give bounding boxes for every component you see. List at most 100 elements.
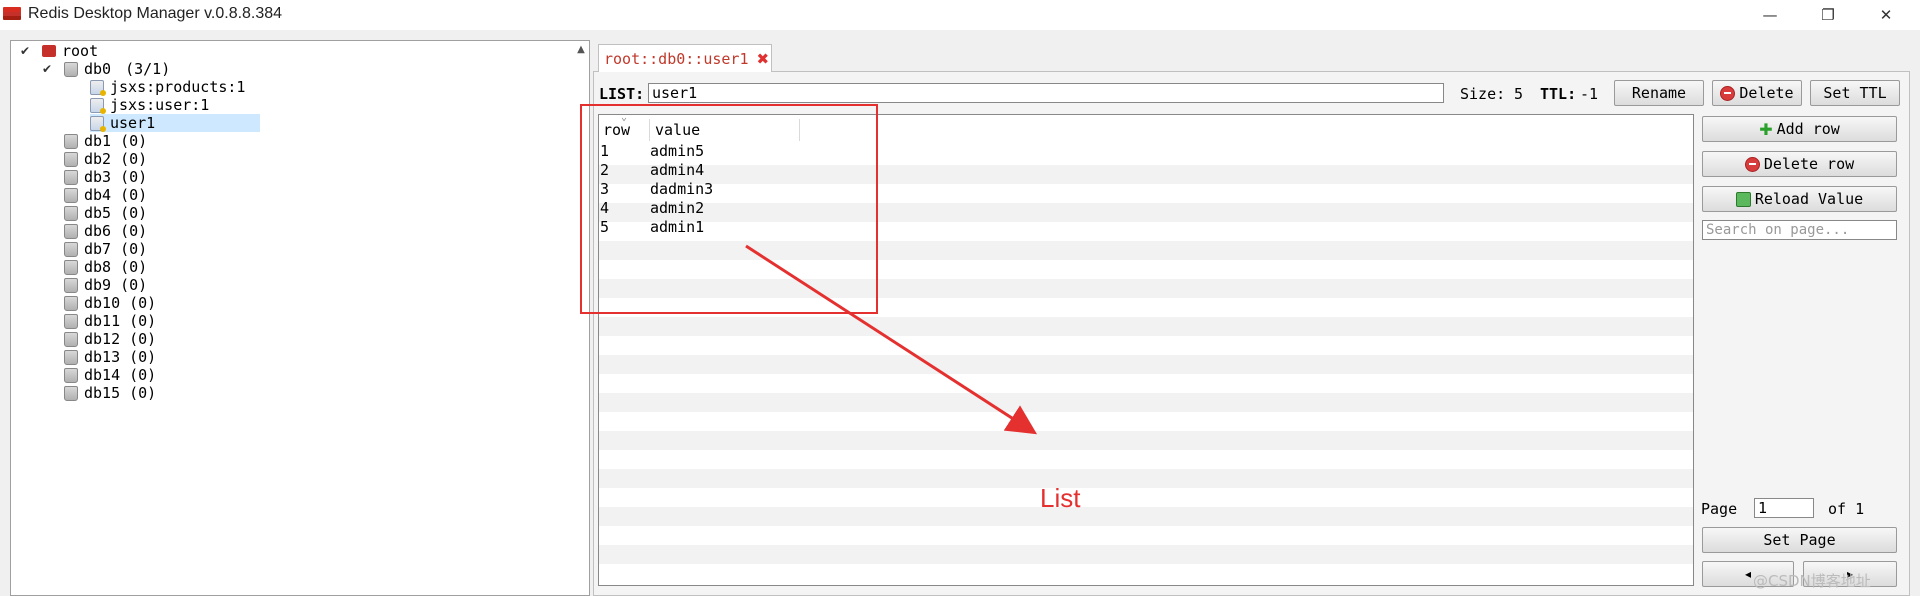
list-key-icon [90, 79, 106, 96]
tree-item-label: db3 [84, 168, 112, 186]
tab-close-icon[interactable]: ✖ [757, 50, 770, 68]
tree-item-label: db13 [84, 348, 121, 366]
tree-item-key[interactable]: jsxs:user:1 [90, 96, 209, 114]
database-icon [64, 331, 78, 347]
set-ttl-button[interactable]: Set TTL [1810, 80, 1900, 106]
restore-icon[interactable]: ❐ [1800, 0, 1856, 30]
tree-item-root[interactable]: ✔ root [20, 42, 98, 60]
size-label: Size: [1460, 85, 1506, 103]
tree-item-db[interactable]: db14 (0) [64, 366, 156, 384]
tree-item-count: (0) [120, 276, 148, 294]
tree-item-db[interactable]: db9 (0) [64, 276, 147, 294]
rename-button-label: Rename [1631, 84, 1687, 102]
plus-icon: ✚ [1759, 119, 1773, 139]
tree-item-count: (0) [129, 366, 157, 384]
search-input[interactable]: Search on page... [1702, 220, 1897, 240]
tree-item-db[interactable]: db8 (0) [64, 258, 147, 276]
reload-icon [1735, 191, 1751, 207]
database-icon [64, 151, 78, 167]
tree-item-count: (0) [120, 240, 148, 258]
delete-row-button[interactable]: Delete row [1702, 151, 1897, 177]
tree-item-label: db6 [84, 222, 112, 240]
annotation-arrow-icon [745, 244, 1038, 435]
title-bar [0, 0, 1920, 30]
tree-item-count: (0) [129, 348, 157, 366]
tree-item-count: (0) [120, 150, 148, 168]
add-row-button-label: Add row [1776, 120, 1840, 138]
delete-icon [1744, 156, 1760, 172]
ttl-value: -1 [1580, 85, 1599, 103]
tree-item-count: (0) [120, 186, 148, 204]
database-icon [64, 349, 78, 365]
annotation-label: List [1040, 483, 1081, 513]
tree-item-key-selected[interactable]: user1 [90, 114, 260, 132]
window-title: Redis Desktop Manager v.0.8.8.384 [28, 5, 283, 22]
page-label: Page [1701, 500, 1738, 518]
tree-item-count: (0) [129, 294, 157, 312]
redis-server-icon [42, 45, 56, 57]
tree-item-db[interactable]: db10 (0) [64, 294, 156, 312]
delete-icon [1720, 85, 1736, 101]
tree-item-label: db1 [84, 132, 112, 150]
database-icon [64, 187, 78, 203]
rename-button[interactable]: Rename [1614, 80, 1704, 106]
tree-item-count: (0) [120, 258, 148, 276]
tree-item-db[interactable]: db1 (0) [64, 132, 147, 150]
tree-item-label: db5 [84, 204, 112, 222]
tree-item-db[interactable]: db6 (0) [64, 222, 147, 240]
tree-item-db[interactable]: db4 (0) [64, 186, 147, 204]
tree-item-db[interactable]: db11 (0) [64, 312, 156, 330]
delete-button[interactable]: Delete [1712, 80, 1802, 106]
list-key-icon [90, 97, 106, 114]
close-icon[interactable]: ✕ [1858, 0, 1914, 30]
delete-button-label: Delete [1739, 84, 1794, 102]
reload-value-button[interactable]: Reload Value [1702, 186, 1897, 212]
database-icon [64, 205, 78, 221]
database-icon [64, 277, 78, 293]
database-icon [64, 241, 78, 257]
database-icon [64, 367, 78, 383]
tree-item-label: root [62, 42, 99, 60]
database-icon [64, 133, 78, 149]
tree-item-label: db7 [84, 240, 112, 258]
tree-item-label: db11 [84, 312, 121, 330]
tree-item-count: (0) [129, 312, 157, 330]
tree-item-db[interactable]: db13 (0) [64, 348, 156, 366]
tree-item-db0[interactable]: ✔ db0 (3/1) [42, 60, 170, 78]
tree-item-db[interactable]: db7 (0) [64, 240, 147, 258]
arrow-left-icon: ◂ [1744, 567, 1752, 581]
tree-item-label: db15 [84, 384, 121, 402]
add-row-button[interactable]: ✚ Add row [1702, 116, 1897, 142]
tree-item-label: db8 [84, 258, 112, 276]
key-type-label: LIST: [599, 85, 645, 103]
tree-item-label: db14 [84, 366, 121, 384]
set-ttl-button-label: Set TTL [1823, 84, 1887, 102]
database-icon [64, 259, 78, 275]
tab-key[interactable]: root::db0::user1 ✖ [598, 44, 772, 72]
database-icon [64, 169, 78, 185]
key-name-input[interactable]: user1 [648, 83, 1444, 103]
tree-item-key[interactable]: jsxs:products:1 [90, 78, 245, 96]
tree-item-count: (0) [129, 384, 157, 402]
page-total-label: of 1 [1828, 500, 1865, 518]
tree-item-db[interactable]: db15 (0) [64, 384, 156, 402]
page-number-input[interactable]: 1 [1754, 498, 1814, 518]
database-icon [64, 61, 78, 77]
set-page-button-label: Set Page [1763, 531, 1836, 549]
minimize-icon[interactable]: — [1742, 0, 1798, 30]
tree-item-db[interactable]: db2 (0) [64, 150, 147, 168]
tree-item-db[interactable]: db12 (0) [64, 330, 156, 348]
scroll-up-icon[interactable]: ▲ [574, 44, 588, 64]
expand-arrow-icon[interactable]: ✔ [20, 42, 32, 60]
redis-logo-icon [3, 7, 21, 20]
expand-arrow-icon[interactable]: ✔ [42, 60, 54, 78]
tree-item-db[interactable]: db5 (0) [64, 204, 147, 222]
tree-item-label: db12 [84, 330, 121, 348]
tree-item-label: jsxs:products:1 [110, 78, 246, 96]
set-page-button[interactable]: Set Page [1702, 527, 1897, 553]
tree-item-count: (0) [129, 330, 157, 348]
tree-item-label: db4 [84, 186, 112, 204]
tree-item-count: (0) [120, 204, 148, 222]
database-icon [64, 313, 78, 329]
tree-item-db[interactable]: db3 (0) [64, 168, 147, 186]
